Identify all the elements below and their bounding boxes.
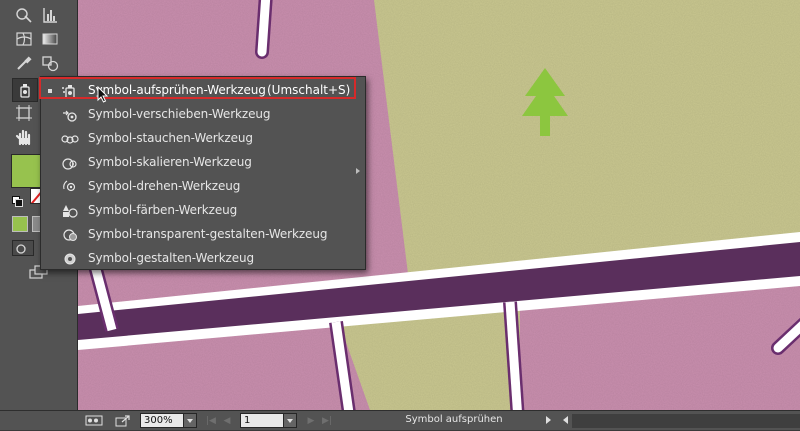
share-icon[interactable] <box>114 413 132 428</box>
menu-item-label: Symbol-skalieren-Werkzeug <box>88 155 252 169</box>
menu-item-label: Symbol-gestalten-Werkzeug <box>88 251 255 265</box>
menu-item-symbol-shifter[interactable]: Symbol-verschieben-Werkzeug <box>41 103 363 127</box>
menu-item-symbol-styler[interactable]: Symbol-gestalten-Werkzeug <box>41 247 363 271</box>
menu-item-symbol-scruncher[interactable]: Symbol-stauchen-Werkzeug <box>41 127 363 151</box>
menu-item-label: Symbol-drehen-Werkzeug <box>88 179 241 193</box>
menu-item-symbol-sizer[interactable]: Symbol-skalieren-Werkzeug <box>41 151 363 175</box>
menu-item-symbol-spinner[interactable]: Symbol-drehen-Werkzeug <box>41 175 363 199</box>
blend-icon[interactable] <box>38 52 62 74</box>
symbol-stainer-icon <box>63 205 78 218</box>
symbol-spinner-icon <box>63 180 76 192</box>
status-bar: 300% |◀ ◀ 1 ▶ ▶| Symbol aufsprühen <box>0 410 800 430</box>
symbol-styler-icon <box>64 253 76 265</box>
menu-item-label: Symbol-verschieben-Werkzeug <box>88 107 271 121</box>
zoom-dropdown[interactable] <box>183 413 197 428</box>
menu-item-label: Symbol-stauchen-Werkzeug <box>88 131 253 145</box>
eyedropper-icon[interactable] <box>12 52 36 74</box>
mesh-icon[interactable] <box>12 28 36 50</box>
gpu-preview-icon[interactable] <box>84 413 106 428</box>
artboard-field[interactable]: 1 <box>240 413 284 428</box>
next-artboard-icon[interactable]: ▶ <box>304 413 318 428</box>
horizontal-scrollbar[interactable] <box>572 414 800 428</box>
draw-mode-icon[interactable] <box>12 240 34 256</box>
zoom-field[interactable]: 300% <box>140 413 184 428</box>
symbol-scruncher-icon <box>61 135 79 144</box>
gradient-icon[interactable] <box>38 28 62 50</box>
symbol-screener-icon <box>63 229 77 241</box>
symbol-sizer-icon <box>62 158 77 170</box>
symbol-sprayer-icon[interactable] <box>12 78 38 102</box>
status-menu-arrow-icon[interactable] <box>546 416 551 424</box>
symbol-tools-flyout: Symbol-aufsprühen-Werkzeug (Umschalt+S) … <box>40 76 366 270</box>
first-artboard-icon[interactable]: |◀ <box>204 413 218 428</box>
current-tool-status[interactable]: Symbol aufsprühen <box>364 414 544 425</box>
panel-menu-arrow-icon <box>356 168 360 174</box>
menu-item-label: Symbol-transparent-gestalten-Werkzeug <box>88 227 328 241</box>
previous-artboard-icon[interactable]: ◀ <box>220 413 234 428</box>
graph-icon[interactable] <box>38 4 62 26</box>
scroll-left-icon[interactable] <box>563 416 568 424</box>
menu-item-symbol-screener[interactable]: Symbol-transparent-gestalten-Werkzeug <box>41 223 363 247</box>
menu-item-label: Symbol-färben-Werkzeug <box>88 203 238 217</box>
hand-icon[interactable] <box>12 126 36 148</box>
menu-item-symbol-stainer[interactable]: Symbol-färben-Werkzeug <box>41 199 363 223</box>
color-mode-icon[interactable] <box>12 216 28 232</box>
selection-highlight-box <box>39 77 356 99</box>
symbol-shifter-icon <box>63 110 77 122</box>
shape-builder-icon[interactable] <box>12 4 36 26</box>
mouse-cursor-icon <box>97 86 109 103</box>
default-colors-icon[interactable] <box>12 196 23 207</box>
fill-swatch[interactable] <box>11 154 43 188</box>
artboard-icon[interactable] <box>12 102 36 124</box>
artboard-dropdown[interactable] <box>283 413 297 428</box>
last-artboard-icon[interactable]: ▶| <box>320 413 334 428</box>
